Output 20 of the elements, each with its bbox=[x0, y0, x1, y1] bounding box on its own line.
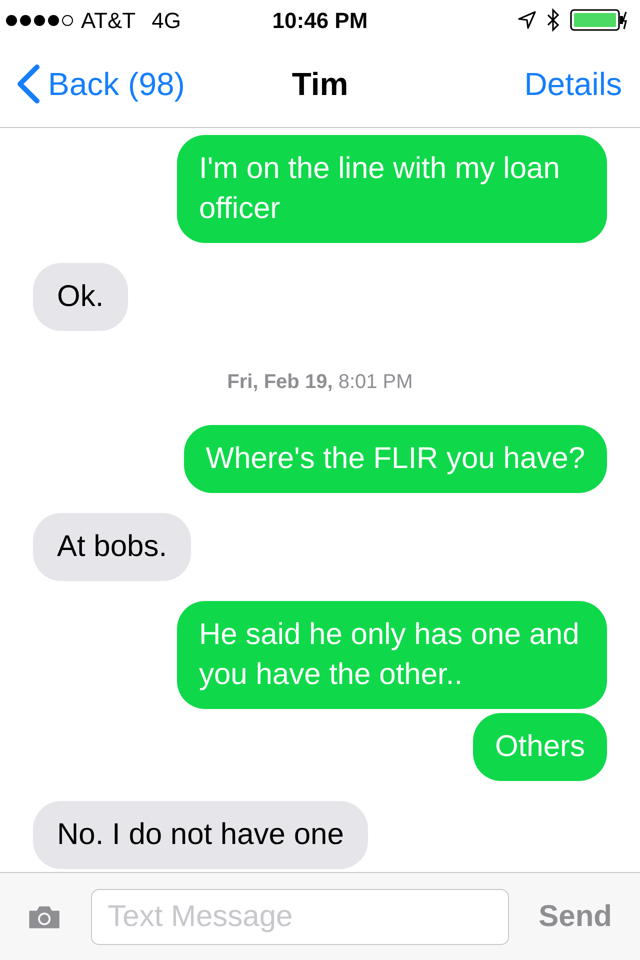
back-button[interactable]: Back (98) bbox=[16, 60, 185, 108]
timestamp: Fri, Feb 19, 8:01 PM bbox=[227, 370, 413, 395]
network-type: 4G bbox=[152, 6, 181, 34]
signal-icon bbox=[6, 14, 73, 26]
sent-message: Where's the FLIR you have? bbox=[184, 425, 607, 493]
sent-message: He said he only has one and you have the other.. bbox=[177, 601, 607, 709]
details-button[interactable]: Details bbox=[524, 60, 622, 108]
sent-message: I'm on the line with my loan officer bbox=[177, 135, 607, 243]
contact-name: Tim bbox=[292, 64, 348, 104]
received-message: No. I do not have one bbox=[33, 801, 368, 869]
location-icon bbox=[518, 11, 536, 29]
clock: 10:46 PM bbox=[272, 6, 368, 34]
carrier-name: AT&T bbox=[81, 6, 136, 34]
message-field[interactable]: Text Message bbox=[90, 888, 509, 944]
bluetooth-icon bbox=[546, 8, 560, 32]
received-message: Ok. bbox=[33, 263, 128, 331]
received-message: At bobs. bbox=[33, 513, 192, 581]
sent-message: Others bbox=[472, 713, 607, 781]
battery-icon bbox=[570, 9, 628, 31]
chevron-icon bbox=[16, 64, 40, 104]
